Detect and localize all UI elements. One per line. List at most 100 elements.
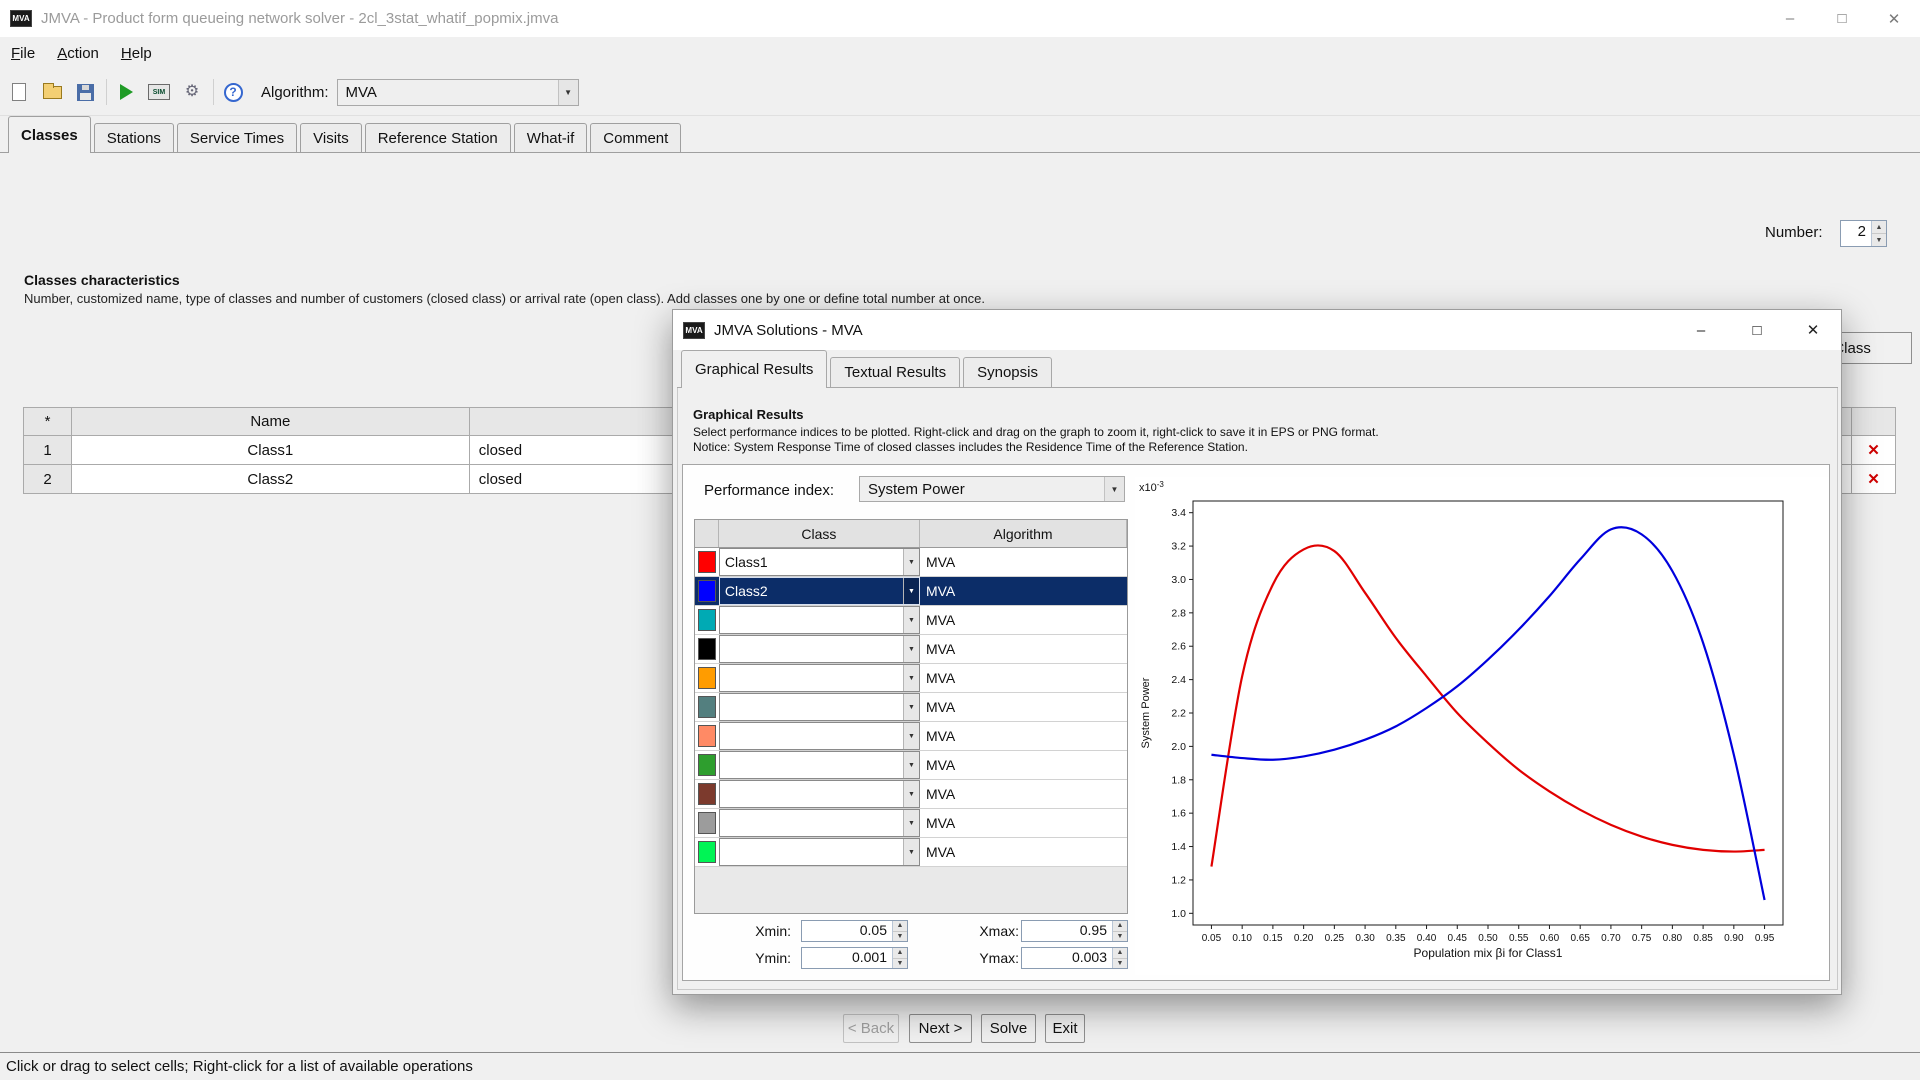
class-combobox[interactable]: ▼: [718, 693, 920, 721]
tab-visits[interactable]: Visits: [300, 123, 362, 153]
tab-textual-results[interactable]: Textual Results: [830, 357, 961, 388]
chevron-down-icon[interactable]: ▼: [902, 636, 919, 662]
chevron-down-icon[interactable]: ▼: [902, 694, 919, 720]
dialog-minimize-button[interactable]: –: [1673, 310, 1729, 350]
algorithm-cell[interactable]: MVA: [920, 664, 1127, 692]
class-combobox[interactable]: ▼: [718, 722, 920, 750]
plot-row-2[interactable]: Class2 ▼ MVA: [695, 577, 1127, 606]
algorithm-cell[interactable]: MVA: [920, 606, 1127, 634]
menu-help[interactable]: Help: [110, 45, 163, 62]
help-button[interactable]: ?: [219, 78, 247, 106]
chevron-down-icon[interactable]: ▼: [1104, 477, 1124, 501]
spin-down-icon[interactable]: ▼: [893, 957, 907, 968]
new-file-button[interactable]: [5, 78, 33, 106]
tab-service-times[interactable]: Service Times: [176, 123, 298, 153]
number-value[interactable]: 2: [1841, 221, 1871, 246]
minimize-button[interactable]: –: [1764, 0, 1816, 37]
algorithm-cell[interactable]: MVA: [920, 722, 1127, 750]
results-chart[interactable]: x10-3 1.0 1.2 1.4 1.6 1.8 2.0 2.2 2.4 2.6 2.8 3.0 3.…: [1135, 477, 1829, 975]
chevron-down-icon[interactable]: ▼: [902, 810, 919, 836]
plot-row-3[interactable]: ▼ MVA: [695, 606, 1127, 635]
row-number-cell[interactable]: 2: [23, 464, 72, 494]
number-spinner[interactable]: 2 ▲ ▼: [1840, 220, 1887, 247]
back-button[interactable]: < Back: [843, 1014, 899, 1043]
open-file-button[interactable]: [38, 78, 66, 106]
chevron-down-icon[interactable]: ▼: [902, 752, 919, 778]
algorithm-cell[interactable]: MVA: [920, 809, 1127, 837]
algorithm-cell[interactable]: MVA: [920, 838, 1127, 866]
save-button[interactable]: [71, 78, 99, 106]
spin-down-icon[interactable]: ▼: [893, 930, 907, 941]
class-name-cell[interactable]: Class2: [70, 464, 470, 494]
chevron-down-icon[interactable]: ▼: [902, 549, 919, 575]
solve-button[interactable]: Solve: [981, 1014, 1036, 1043]
spin-up-icon[interactable]: ▲: [1113, 948, 1127, 958]
row-number-cell[interactable]: 1: [23, 435, 72, 465]
class-combobox[interactable]: ▼: [718, 780, 920, 808]
plot-row-5[interactable]: ▼ MVA: [695, 664, 1127, 693]
class-combobox[interactable]: ▼: [718, 838, 920, 866]
chevron-down-icon[interactable]: ▼: [902, 723, 919, 749]
export-sim-button[interactable]: SIM: [145, 78, 173, 106]
tab-stations[interactable]: Stations: [93, 123, 174, 153]
dialog-close-button[interactable]: ✕: [1785, 310, 1841, 350]
ymax-value[interactable]: 0.003: [1022, 948, 1112, 968]
menu-action[interactable]: Action: [46, 45, 110, 62]
chevron-down-icon[interactable]: ▼: [902, 607, 919, 633]
algorithm-cell[interactable]: MVA: [920, 751, 1127, 779]
algorithm-cell[interactable]: MVA: [920, 635, 1127, 663]
class-combobox[interactable]: ▼: [718, 606, 920, 634]
dialog-maximize-button[interactable]: □: [1729, 310, 1785, 350]
performance-index-combobox[interactable]: System Power ▼: [859, 476, 1125, 502]
chevron-down-icon[interactable]: ▼: [902, 665, 919, 691]
class-combobox[interactable]: ▼: [718, 664, 920, 692]
delete-class-button[interactable]: ✕: [1851, 435, 1896, 465]
chevron-down-icon[interactable]: ▼: [557, 79, 578, 105]
plot-row-1[interactable]: Class1 ▼ MVA: [695, 548, 1127, 577]
next-button[interactable]: Next >: [909, 1014, 972, 1043]
tab-graphical-results[interactable]: Graphical Results: [681, 350, 828, 388]
plot-row-8[interactable]: ▼ MVA: [695, 751, 1127, 780]
tab-classes[interactable]: Classes: [8, 116, 91, 153]
ymin-spinner[interactable]: 0.001 ▲ ▼: [801, 947, 908, 969]
plot-row-9[interactable]: ▼ MVA: [695, 780, 1127, 809]
spin-down-icon[interactable]: ▼: [1113, 957, 1127, 968]
spin-up-icon[interactable]: ▲: [893, 948, 907, 958]
tab-comment[interactable]: Comment: [590, 123, 682, 153]
delete-icon[interactable]: ✕: [1867, 441, 1880, 459]
class-combobox[interactable]: ▼: [718, 751, 920, 779]
solve-toolbar-button[interactable]: [112, 78, 140, 106]
algorithm-cell[interactable]: MVA: [920, 693, 1127, 721]
plot-row-10[interactable]: ▼ MVA: [695, 809, 1127, 838]
spin-up-icon[interactable]: ▲: [893, 921, 907, 931]
delete-class-button[interactable]: ✕: [1851, 464, 1896, 494]
spin-up-icon[interactable]: ▲: [1113, 921, 1127, 931]
menu-file[interactable]: File: [0, 45, 46, 62]
algorithm-cell[interactable]: MVA: [920, 548, 1127, 576]
chevron-down-icon[interactable]: ▼: [902, 839, 919, 865]
class-combobox[interactable]: Class2 ▼: [718, 577, 920, 605]
tab-reference-station[interactable]: Reference Station: [364, 123, 511, 153]
class-combobox[interactable]: ▼: [718, 635, 920, 663]
plot-row-6[interactable]: ▼ MVA: [695, 693, 1127, 722]
tab-what-if[interactable]: What-if: [513, 123, 588, 153]
plot-area[interactable]: [1192, 500, 1784, 926]
delete-icon[interactable]: ✕: [1867, 470, 1880, 488]
xmax-spinner[interactable]: 0.95 ▲ ▼: [1021, 920, 1128, 942]
xmax-value[interactable]: 0.95: [1022, 921, 1112, 941]
algorithm-cell[interactable]: MVA: [920, 577, 1127, 605]
chevron-down-icon[interactable]: ▼: [902, 781, 919, 807]
spin-up-icon[interactable]: ▲: [1872, 221, 1886, 233]
ymin-value[interactable]: 0.001: [802, 948, 892, 968]
spin-down-icon[interactable]: ▼: [1872, 233, 1886, 246]
chevron-down-icon[interactable]: ▼: [902, 578, 919, 604]
maximize-button[interactable]: □: [1816, 0, 1868, 37]
exit-button[interactable]: Exit: [1045, 1014, 1085, 1043]
randomize-button[interactable]: ⚙: [178, 78, 206, 106]
algorithm-cell[interactable]: MVA: [920, 780, 1127, 808]
plot-row-4[interactable]: ▼ MVA: [695, 635, 1127, 664]
tab-synopsis[interactable]: Synopsis: [963, 357, 1052, 388]
class-name-cell[interactable]: Class1: [70, 435, 470, 465]
xmin-spinner[interactable]: 0.05 ▲ ▼: [801, 920, 908, 942]
plot-row-11[interactable]: ▼ MVA: [695, 838, 1127, 867]
